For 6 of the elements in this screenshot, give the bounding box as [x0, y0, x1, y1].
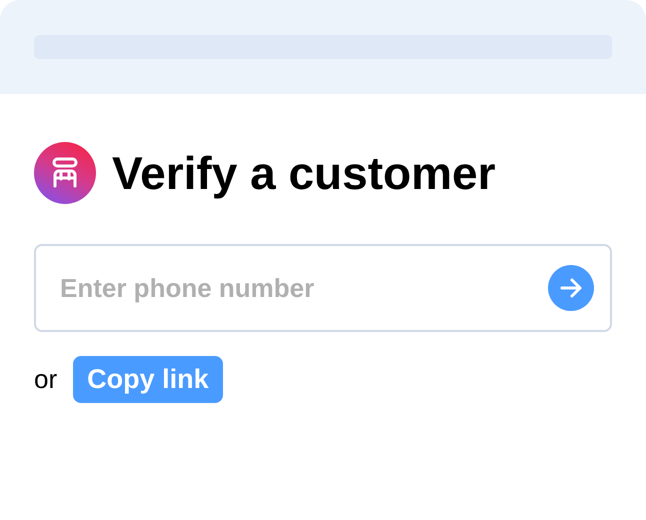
submit-arrow-button[interactable]	[548, 265, 594, 311]
logo-icon	[34, 142, 96, 204]
page-title: Verify a customer	[112, 150, 496, 196]
phone-input-field[interactable]: Enter phone number	[34, 244, 612, 332]
copy-link-button[interactable]: Copy link	[73, 356, 223, 404]
or-label: or	[34, 363, 58, 396]
